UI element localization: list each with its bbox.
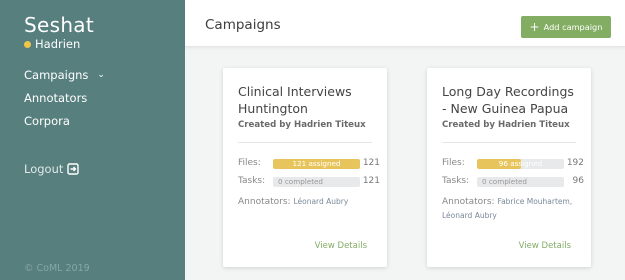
brand: Seshat Hadrien bbox=[24, 14, 94, 51]
campaign-creator: Created by Hadrien Titeux bbox=[238, 120, 366, 130]
files-label: Files: bbox=[442, 158, 465, 168]
tasks-total: 121 bbox=[362, 176, 380, 186]
campaign-creator: Created by Hadrien Titeux bbox=[442, 120, 570, 130]
sidebar-item-label: Corpora bbox=[24, 113, 70, 128]
tasks-progress-bar: 0 completed bbox=[273, 177, 360, 187]
annotators: Annotators: Fabrice Mouhartem, Léonard A… bbox=[442, 195, 582, 223]
tasks-completed-text: 0 completed bbox=[482, 177, 527, 186]
tasks-total: 96 bbox=[572, 176, 584, 186]
plus-icon: + bbox=[529, 20, 540, 34]
copyright: © CoML 2019 bbox=[24, 263, 90, 274]
add-campaign-button[interactable]: + Add campaign bbox=[521, 16, 611, 38]
current-user: Hadrien bbox=[24, 37, 94, 51]
campaign-title: Clinical Interviews Huntington bbox=[238, 84, 352, 116]
tasks-stat: Tasks: 0 completed 96 bbox=[442, 176, 587, 188]
divider bbox=[442, 142, 576, 143]
annotators: Annotators: Léonard Aubry bbox=[238, 195, 378, 209]
sidebar-item-campaigns[interactable]: Campaigns ⌄ bbox=[24, 63, 105, 86]
logout-link[interactable]: Logout bbox=[24, 162, 80, 176]
files-assigned-text: 96 assigned bbox=[498, 159, 543, 168]
sidebar: Seshat Hadrien Campaigns ⌄ Annotators Co… bbox=[0, 0, 185, 280]
tasks-progress-bar: 0 completed bbox=[477, 177, 564, 187]
tasks-label: Tasks: bbox=[238, 176, 266, 186]
sidebar-item-annotators[interactable]: Annotators bbox=[24, 86, 105, 109]
view-details-link[interactable]: View Details bbox=[519, 241, 571, 251]
files-progress-bar: 121 assigned bbox=[273, 159, 360, 169]
files-stat: Files: 96 assigned 192 bbox=[442, 158, 587, 170]
view-details-link[interactable]: View Details bbox=[315, 241, 367, 251]
annotators-label: Annotators: bbox=[442, 197, 495, 207]
sidebar-item-label: Campaigns bbox=[24, 67, 89, 82]
files-total: 121 bbox=[362, 158, 380, 168]
tasks-stat: Tasks: 0 completed 121 bbox=[238, 176, 383, 188]
add-campaign-label: Add campaign bbox=[543, 22, 603, 32]
online-status-icon bbox=[24, 40, 31, 48]
sidebar-item-corpora[interactable]: Corpora bbox=[24, 109, 105, 132]
files-assigned-text: 121 assigned bbox=[292, 159, 341, 168]
logout-icon bbox=[67, 163, 80, 175]
tasks-label: Tasks: bbox=[442, 176, 470, 186]
files-label: Files: bbox=[238, 158, 261, 168]
user-name: Hadrien bbox=[35, 37, 81, 51]
files-stat: Files: 121 assigned 121 bbox=[238, 158, 383, 170]
chevron-down-icon[interactable]: ⌄ bbox=[97, 67, 105, 83]
divider bbox=[238, 142, 372, 143]
files-progress-bar: 96 assigned bbox=[477, 159, 564, 169]
logout-label: Logout bbox=[24, 162, 64, 176]
app-name[interactable]: Seshat bbox=[24, 14, 94, 36]
sidebar-item-label: Annotators bbox=[24, 90, 88, 105]
page-title: Campaigns bbox=[205, 17, 281, 33]
campaign-card: Long Day Recordings - New Guinea Papua C… bbox=[427, 68, 591, 267]
campaign-title: Long Day Recordings - New Guinea Papua bbox=[442, 84, 574, 116]
tasks-completed-text: 0 completed bbox=[278, 177, 323, 186]
sidebar-nav: Campaigns ⌄ Annotators Corpora bbox=[24, 63, 105, 132]
top-bar: Campaigns + Add campaign bbox=[185, 0, 625, 47]
campaign-card: Clinical Interviews Huntington Created b… bbox=[223, 68, 387, 267]
files-total: 192 bbox=[566, 158, 584, 168]
main-content: Campaigns + Add campaign Clinical Interv… bbox=[185, 0, 625, 280]
annotators-label: Annotators: bbox=[238, 197, 291, 207]
annotators-names: Léonard Aubry bbox=[293, 197, 349, 206]
